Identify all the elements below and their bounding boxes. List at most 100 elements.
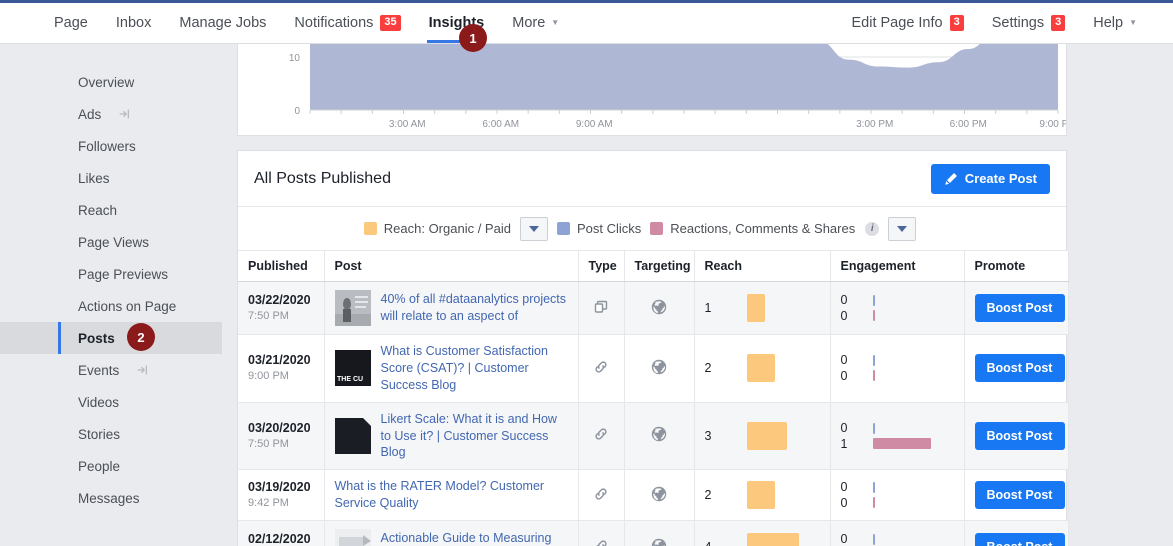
sidebar-item-videos[interactable]: Videos bbox=[0, 386, 222, 418]
engagement-values: 00 bbox=[841, 352, 873, 384]
legend-item-2[interactable]: Reactions, Comments & Sharesi bbox=[650, 221, 879, 236]
cell-reach: 2 bbox=[694, 470, 830, 521]
engagement-metric-dropdown[interactable] bbox=[888, 217, 916, 241]
sidebar-item-overview[interactable]: Overview bbox=[0, 66, 222, 98]
sidebar-item-page-previews[interactable]: Page Previews bbox=[0, 258, 222, 290]
reach-bar bbox=[747, 481, 775, 509]
sidebar-item-people[interactable]: People bbox=[0, 450, 222, 482]
nav-item-notifications[interactable]: Notifications35 bbox=[280, 3, 414, 43]
sidebar-item-ads[interactable]: Ads bbox=[0, 98, 222, 130]
nav-item-label: Inbox bbox=[116, 15, 151, 31]
table-row[interactable]: 03/19/20209:42 PMWhat is the RATER Model… bbox=[238, 470, 1068, 521]
engagement-bars bbox=[873, 534, 931, 546]
cell-published: 03/22/20207:50 PM bbox=[238, 282, 324, 335]
sidebar-item-label: Events bbox=[78, 363, 119, 378]
link-icon bbox=[593, 538, 609, 546]
posts-table: PublishedPostTypeTargetingReachEngagemen… bbox=[238, 251, 1069, 546]
boost-post-button[interactable]: Boost Post bbox=[975, 533, 1065, 546]
cell-targeting bbox=[624, 402, 694, 470]
legend-item-1[interactable]: Post Clicks bbox=[557, 221, 641, 236]
cell-targeting bbox=[624, 282, 694, 335]
table-row[interactable]: 03/21/20209:00 PMTHE CUWhat is Customer … bbox=[238, 335, 1068, 403]
sidebar-item-reach[interactable]: Reach bbox=[0, 194, 222, 226]
column-header-type[interactable]: Type bbox=[578, 251, 624, 282]
chevron-down-icon: ▼ bbox=[1129, 19, 1137, 27]
nav-item-label: Manage Jobs bbox=[179, 15, 266, 31]
legend-label: Reach: Organic / Paid bbox=[384, 221, 511, 236]
legend-color-swatch bbox=[557, 222, 570, 235]
nav-badge-count: 3 bbox=[1051, 15, 1065, 30]
sidebar-item-label: People bbox=[78, 459, 120, 474]
table-row[interactable]: 03/20/20207:50 PM Likert Scale: What it i… bbox=[238, 402, 1068, 470]
post-thumbnail bbox=[335, 290, 371, 326]
annotation-marker-1: 1 bbox=[459, 24, 487, 52]
cell-promote: Boost Post bbox=[964, 402, 1068, 470]
cell-published: 03/21/20209:00 PM bbox=[238, 335, 324, 403]
boost-post-button[interactable]: Boost Post bbox=[975, 422, 1065, 450]
photo-icon bbox=[593, 299, 609, 315]
sidebar-item-messages[interactable]: Messages bbox=[0, 482, 222, 514]
post-title-link[interactable]: Actionable Guide to Measuring Marketing … bbox=[381, 530, 568, 546]
column-header-engagement[interactable]: Engagement bbox=[830, 251, 964, 282]
sidebar-item-likes[interactable]: Likes bbox=[0, 162, 222, 194]
sidebar-item-label: Followers bbox=[78, 139, 136, 154]
boost-post-button[interactable]: Boost Post bbox=[975, 354, 1065, 382]
sidebar-item-actions-on-page[interactable]: Actions on Page bbox=[0, 290, 222, 322]
post-title-link[interactable]: What is Customer Satisfaction Score (CSA… bbox=[381, 343, 568, 394]
svg-text:3:00 PM: 3:00 PM bbox=[856, 119, 893, 130]
reactions-bar bbox=[873, 438, 931, 449]
boost-post-button[interactable]: Boost Post bbox=[975, 481, 1065, 509]
column-header-targeting[interactable]: Targeting bbox=[624, 251, 694, 282]
post-clicks-bar bbox=[873, 534, 875, 545]
column-header-reach[interactable]: Reach bbox=[694, 251, 830, 282]
sidebar-item-posts[interactable]: Posts bbox=[0, 322, 222, 354]
post-thumbnail bbox=[335, 529, 371, 546]
sidebar-item-label: Page Previews bbox=[78, 267, 168, 282]
nav-item-settings[interactable]: Settings3 bbox=[978, 3, 1080, 43]
cell-post: THE CUWhat is Customer Satisfaction Scor… bbox=[324, 335, 578, 403]
table-row[interactable]: 03/22/20207:50 PM 40% of all #dataanalyti… bbox=[238, 282, 1068, 335]
reach-bar bbox=[747, 354, 775, 382]
post-title-link[interactable]: 40% of all #dataanalytics projects will … bbox=[381, 291, 568, 325]
info-icon[interactable]: i bbox=[865, 222, 879, 236]
create-post-button[interactable]: Create Post bbox=[931, 164, 1050, 194]
nav-item-page[interactable]: Page bbox=[40, 3, 102, 43]
link-icon bbox=[593, 359, 609, 375]
sidebar-item-stories[interactable]: Stories bbox=[0, 418, 222, 450]
published-time: 9:42 PM bbox=[248, 496, 314, 510]
secondary-nav-group: Edit Page Info3Settings3Help▼ bbox=[838, 3, 1152, 43]
annotation-marker-2: 2 bbox=[127, 323, 155, 351]
cell-type bbox=[578, 470, 624, 521]
boost-post-button[interactable]: Boost Post bbox=[975, 294, 1065, 322]
reach-metric-dropdown[interactable] bbox=[520, 217, 548, 241]
sidebar-item-events[interactable]: Events bbox=[0, 354, 222, 386]
column-header-published[interactable]: Published bbox=[238, 251, 324, 282]
nav-item-more[interactable]: More▼ bbox=[498, 3, 573, 43]
nav-item-manage-jobs[interactable]: Manage Jobs bbox=[165, 3, 280, 43]
cell-published: 03/20/20207:50 PM bbox=[238, 402, 324, 470]
published-date: 03/21/2020 bbox=[248, 353, 314, 369]
post-title-link[interactable]: Likert Scale: What it is and How to Use … bbox=[381, 411, 568, 462]
sidebar-item-page-views[interactable]: Page Views bbox=[0, 226, 222, 258]
followers-online-chart-card: 0103:00 AM6:00 AM9:00 AM3:00 PM6:00 PM9:… bbox=[237, 44, 1067, 136]
nav-item-help[interactable]: Help▼ bbox=[1079, 3, 1151, 43]
nav-item-label: More bbox=[512, 15, 545, 31]
column-header-promote[interactable]: Promote bbox=[964, 251, 1068, 282]
cell-post: Likert Scale: What it is and How to Use … bbox=[324, 402, 578, 470]
all-posts-published-card: All Posts Published Create Post Reach: O… bbox=[237, 150, 1067, 546]
sidebar-item-followers[interactable]: Followers bbox=[0, 130, 222, 162]
column-header-post[interactable]: Post bbox=[324, 251, 578, 282]
globe-icon bbox=[651, 538, 667, 546]
post-clicks-value: 0 bbox=[841, 479, 873, 495]
legend-item-0[interactable]: Reach: Organic / Paid bbox=[364, 221, 511, 236]
published-date: 03/20/2020 bbox=[248, 421, 314, 437]
nav-item-edit-page-info[interactable]: Edit Page Info3 bbox=[838, 3, 978, 43]
sidebar-item-label: Ads bbox=[78, 107, 101, 122]
nav-item-inbox[interactable]: Inbox bbox=[102, 3, 165, 43]
table-row[interactable]: 02/12/20207:50 PMActionable Guide to Mea… bbox=[238, 521, 1068, 546]
cell-targeting bbox=[624, 470, 694, 521]
svg-text:6:00 PM: 6:00 PM bbox=[950, 119, 987, 130]
main-content: 0103:00 AM6:00 AM9:00 AM3:00 PM6:00 PM9:… bbox=[237, 44, 1067, 546]
post-title-link[interactable]: What is the RATER Model? Customer Servic… bbox=[335, 478, 568, 512]
reach-value: 3 bbox=[705, 429, 747, 443]
